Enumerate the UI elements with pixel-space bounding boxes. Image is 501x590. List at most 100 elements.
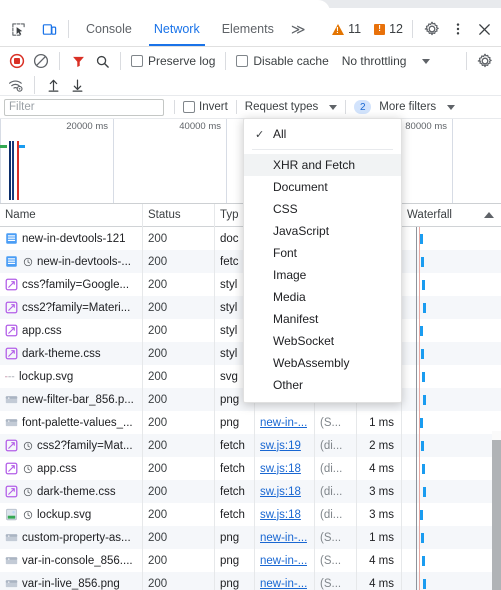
tab-network[interactable]: Network <box>143 12 211 46</box>
dropdown-item-javascript[interactable]: JavaScript <box>244 220 401 242</box>
cell-waterfall[interactable] <box>402 526 501 549</box>
cell-initiator[interactable]: sw.js:18 <box>255 503 315 526</box>
cell-name[interactable]: css2?family=Mat... <box>0 434 143 457</box>
cell-initiator[interactable]: new-in-... <box>255 411 315 434</box>
device-toolbar-icon[interactable] <box>36 16 62 42</box>
cell-waterfall[interactable] <box>402 480 501 503</box>
inspect-element-icon[interactable] <box>5 16 31 42</box>
cell-initiator[interactable]: sw.js:19 <box>255 434 315 457</box>
cell-waterfall[interactable] <box>402 342 501 365</box>
cell-name[interactable]: dark-theme.css <box>0 480 143 503</box>
dropdown-item-document[interactable]: Document <box>244 176 401 198</box>
import-har-icon[interactable] <box>41 73 65 97</box>
network-conditions-icon[interactable] <box>4 73 28 97</box>
cell-name[interactable]: new-in-devtools-121 <box>0 227 143 250</box>
dropdown-item-media[interactable]: Media <box>244 286 401 308</box>
cell-waterfall[interactable] <box>402 250 501 273</box>
cell-initiator[interactable]: new-in-... <box>255 549 315 572</box>
cell-waterfall[interactable] <box>402 296 501 319</box>
cell-name[interactable]: lockup.svg <box>0 365 143 388</box>
cell-name[interactable]: var-in-console_856.... <box>0 549 143 572</box>
dropdown-item-manifest[interactable]: Manifest <box>244 308 401 330</box>
dropdown-item-xhr-and-fetch[interactable]: XHR and Fetch <box>244 154 401 176</box>
close-devtools-icon[interactable] <box>471 16 497 42</box>
cell-initiator[interactable]: new-in-... <box>255 572 315 590</box>
table-row[interactable]: var-in-live_856.png 200 png new-in-... (S...… <box>0 572 501 590</box>
cell-waterfall[interactable] <box>402 365 501 388</box>
dropdown-item-other[interactable]: Other <box>244 374 401 396</box>
initiator-link[interactable]: new-in-... <box>260 578 307 590</box>
warning-count-badge[interactable]: 11 <box>329 22 364 36</box>
table-row[interactable]: var-in-console_856.... 200 png new-in-... (S… <box>0 549 501 572</box>
filter-input[interactable] <box>4 98 164 116</box>
cell-name[interactable]: app.css <box>0 319 143 342</box>
initiator-link[interactable]: sw.js:18 <box>260 509 301 521</box>
throttling-dropdown[interactable]: No throttling <box>339 54 434 68</box>
disable-cache-checkbox[interactable]: Disable cache <box>232 54 332 68</box>
dropdown-item-webassembly[interactable]: WebAssembly <box>244 352 401 374</box>
table-row[interactable]: css2?family=Mat... 200 fetch sw.js:19 (di...… <box>0 434 501 457</box>
cell-name[interactable]: css?family=Google... <box>0 273 143 296</box>
dropdown-item-label: WebSocket <box>273 334 335 348</box>
dropdown-item-font[interactable]: Font <box>244 242 401 264</box>
initiator-link[interactable]: new-in-... <box>260 532 307 544</box>
dropdown-item-websocket[interactable]: WebSocket <box>244 330 401 352</box>
initiator-link[interactable]: sw.js:19 <box>260 440 301 452</box>
cell-name[interactable]: dark-theme.css <box>0 342 143 365</box>
request-types-dropdown-menu[interactable]: ✓ All XHR and Fetch Document CSS JavaScript Fo… <box>243 118 402 403</box>
vertical-scrollbar-thumb[interactable] <box>492 440 501 590</box>
cell-name[interactable]: lockup.svg <box>0 503 143 526</box>
settings-gear-icon[interactable] <box>419 16 445 42</box>
cell-waterfall[interactable] <box>402 411 501 434</box>
cell-waterfall[interactable] <box>402 227 501 250</box>
column-header-name[interactable]: Name <box>0 203 143 227</box>
preserve-log-checkbox[interactable]: Preserve log <box>127 54 219 68</box>
request-types-dropdown-button[interactable]: Request types <box>242 101 341 113</box>
cell-waterfall[interactable] <box>402 549 501 572</box>
initiator-link[interactable]: sw.js:18 <box>260 486 301 498</box>
cell-name[interactable]: new-filter-bar_856.p... <box>0 388 143 411</box>
table-row[interactable]: custom-property-as... 200 png new-in-... (S.… <box>0 526 501 549</box>
cell-waterfall[interactable] <box>402 572 501 590</box>
column-header-status[interactable]: Status <box>143 203 215 227</box>
tab-console[interactable]: Console <box>75 12 143 46</box>
cell-waterfall[interactable] <box>402 503 501 526</box>
cell-name[interactable]: font-palette-values_... <box>0 411 143 434</box>
cell-name[interactable]: app.css <box>0 457 143 480</box>
more-tabs-icon[interactable]: ≫ <box>285 12 312 46</box>
clear-requests-icon[interactable] <box>29 49 53 73</box>
cell-name[interactable]: var-in-live_856.png <box>0 572 143 590</box>
initiator-link[interactable]: sw.js:18 <box>260 463 301 475</box>
cell-initiator[interactable]: new-in-... <box>255 526 315 549</box>
cell-initiator[interactable]: sw.js:18 <box>255 457 315 480</box>
cell-waterfall[interactable] <box>402 434 501 457</box>
search-icon[interactable] <box>90 49 114 73</box>
tab-elements[interactable]: Elements <box>211 12 285 46</box>
table-row[interactable]: lockup.svg 200 fetch sw.js:18 (di... 3 ms <box>0 503 501 526</box>
invert-checkbox[interactable]: Invert <box>180 101 231 113</box>
cell-initiator[interactable]: sw.js:18 <box>255 480 315 503</box>
dropdown-item-image[interactable]: Image <box>244 264 401 286</box>
more-filters-dropdown-button[interactable]: 2 More filters <box>351 100 458 114</box>
cell-name[interactable]: custom-property-as... <box>0 526 143 549</box>
error-count-badge[interactable]: ! 12 <box>371 22 406 36</box>
export-har-icon[interactable] <box>65 73 89 97</box>
initiator-link[interactable]: new-in-... <box>260 555 307 567</box>
dropdown-item-css[interactable]: CSS <box>244 198 401 220</box>
column-header-waterfall[interactable]: Waterfall <box>402 204 501 227</box>
cell-waterfall[interactable] <box>402 388 501 411</box>
cell-waterfall[interactable] <box>402 457 501 480</box>
cell-name[interactable]: new-in-devtools-... <box>0 250 143 273</box>
table-row[interactable]: app.css 200 fetch sw.js:18 (di... 4 ms <box>0 457 501 480</box>
network-settings-gear-icon[interactable] <box>473 49 497 73</box>
filter-funnel-icon[interactable] <box>66 49 90 73</box>
initiator-link[interactable]: new-in-... <box>260 417 307 429</box>
cell-waterfall[interactable] <box>402 319 501 342</box>
cell-name[interactable]: css2?family=Materi... <box>0 296 143 319</box>
table-row[interactable]: font-palette-values_... 200 png new-in-... (… <box>0 411 501 434</box>
cell-waterfall[interactable] <box>402 273 501 296</box>
dropdown-item-all[interactable]: ✓ All <box>244 123 401 145</box>
table-row[interactable]: dark-theme.css 200 fetch sw.js:18 (di... 3 ms <box>0 480 501 503</box>
more-options-icon[interactable] <box>445 16 471 42</box>
record-stop-icon[interactable] <box>5 49 29 73</box>
